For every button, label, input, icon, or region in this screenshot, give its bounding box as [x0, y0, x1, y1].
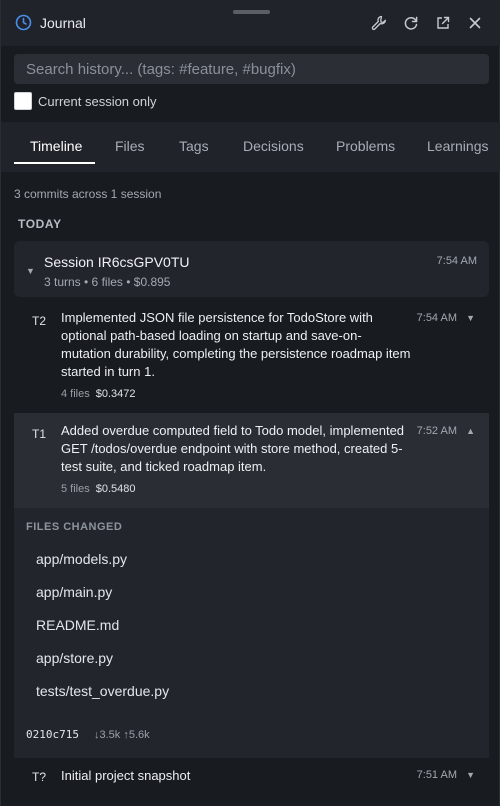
turn-meta: 4 files $0.3472	[61, 388, 136, 400]
drag-handle[interactable]	[233, 10, 270, 14]
journal-window: Journal Current session only	[0, 0, 500, 806]
current-session-label: Current session only	[38, 94, 157, 109]
tab-bar: Timeline Files Tags Decisions Problems L…	[1, 122, 500, 172]
day-label: TODAY	[18, 217, 62, 231]
file-item[interactable]: tests/test_overdue.py	[36, 683, 169, 699]
wrench-icon[interactable]	[369, 13, 389, 33]
turn-time: 7:51 AM	[416, 769, 457, 781]
turn-cost: $0.3472	[95, 388, 136, 400]
clock-icon	[15, 14, 32, 31]
tab-tags[interactable]: Tags	[179, 138, 209, 154]
close-icon[interactable]	[465, 13, 485, 33]
external-link-icon[interactable]	[433, 13, 453, 33]
chevron-down-icon[interactable]: ▼	[466, 770, 475, 780]
current-session-checkbox[interactable]	[14, 92, 32, 110]
session-meta: 3 turns • 6 files • $0.895	[44, 275, 171, 289]
tab-files[interactable]: Files	[115, 138, 145, 154]
tab-timeline[interactable]: Timeline	[30, 138, 82, 154]
session-header[interactable]: ▼ Session IR6csGPV0TU 3 turns • 6 files …	[14, 241, 489, 297]
turn-cost: $0.5480	[95, 483, 136, 495]
file-item[interactable]: app/store.py	[36, 650, 113, 666]
commit-hash[interactable]: 0210c715	[26, 728, 79, 741]
commit-summary: 3 commits across 1 session	[14, 187, 162, 201]
files-changed-panel: FILES CHANGED app/models.py app/main.py …	[14, 508, 489, 758]
turn-meta: 5 files $0.5480	[61, 483, 136, 495]
turn-file-count: 5 files	[61, 483, 90, 495]
turn-time: 7:54 AM	[416, 312, 457, 324]
chevron-up-icon[interactable]: ▲	[466, 426, 475, 436]
file-item[interactable]: app/models.py	[36, 551, 127, 567]
file-item[interactable]: app/main.py	[36, 584, 112, 600]
turn-id: T?	[32, 770, 47, 784]
tab-problems[interactable]: Problems	[336, 138, 395, 154]
title-bar: Journal	[1, 0, 500, 46]
tab-learnings[interactable]: Learnings	[427, 138, 489, 154]
turn-id: T2	[32, 314, 47, 328]
search-input[interactable]	[14, 54, 489, 84]
window-title: Journal	[40, 15, 86, 31]
search-box	[14, 54, 489, 84]
turn-file-count: 4 files	[61, 388, 90, 400]
turn-summary: Implemented JSON file persistence for To…	[61, 310, 411, 379]
turn-row[interactable]: T1 Added overdue computed field to Todo …	[14, 413, 489, 508]
turn-id: T1	[32, 427, 47, 441]
session-title: Session IR6csGPV0TU	[44, 254, 190, 270]
turn-summary: Added overdue computed field to Todo mod…	[61, 423, 405, 474]
files-changed-heading: FILES CHANGED	[26, 521, 123, 533]
refresh-icon[interactable]	[401, 13, 421, 33]
tab-decisions[interactable]: Decisions	[243, 138, 304, 154]
turn-row[interactable]: T2 Implemented JSON file persistence for…	[14, 300, 489, 408]
turn-summary: Initial project snapshot	[61, 768, 191, 783]
active-tab-indicator	[14, 162, 95, 164]
commit-stats: ↓3.5k ↑5.6k	[94, 729, 150, 741]
session-time: 7:54 AM	[436, 255, 477, 267]
chevron-down-icon[interactable]: ▼	[466, 313, 475, 323]
file-item[interactable]: README.md	[36, 617, 119, 633]
turn-time: 7:52 AM	[416, 425, 457, 437]
chevron-down-icon: ▼	[26, 266, 35, 276]
turn-row[interactable]: T? Initial project snapshot 7:51 AM ▼	[14, 758, 489, 798]
